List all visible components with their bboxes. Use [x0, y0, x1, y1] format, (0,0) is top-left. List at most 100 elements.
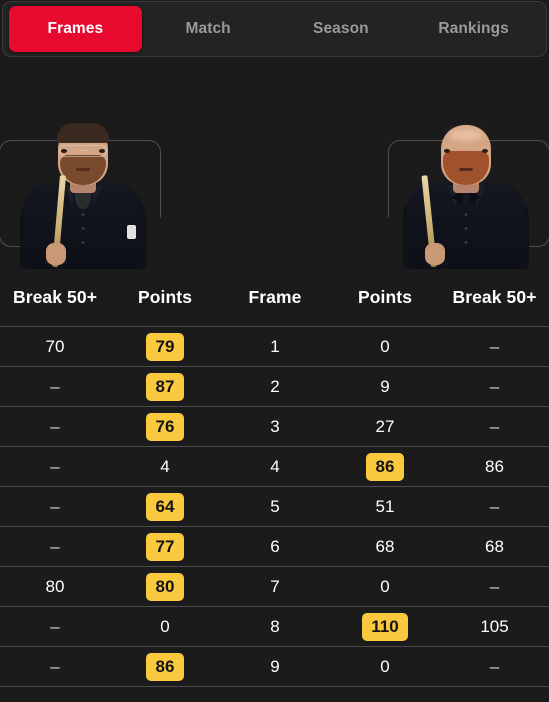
cell-frame: 5 [220, 498, 330, 515]
glasses-icon [59, 145, 107, 157]
cell-left_points-value: 76 [146, 412, 184, 441]
cell-left_break-value: – [50, 417, 60, 436]
cell-right_points: 51 [330, 498, 440, 515]
cell-frame: 7 [220, 578, 330, 595]
cell-frame-value: 2 [270, 377, 280, 396]
cell-right_points: 110 [330, 612, 440, 641]
eye-left-icon [444, 149, 450, 153]
cell-right_points: 27 [330, 418, 440, 435]
tab-frames[interactable]: Frames [9, 6, 142, 52]
mouth-icon [76, 168, 90, 171]
cell-right_break: – [440, 418, 549, 435]
cell-right_points: 0 [330, 338, 440, 355]
cell-right_points-value: 9 [380, 377, 390, 396]
table-body: 70 79 1 0– –87 2 9– –76 3 27– –4 4 86 86–64 5 51– –77 6 68… [0, 327, 549, 687]
cell-right_points: 86 [330, 452, 440, 481]
cell-left_break: – [0, 658, 110, 675]
cell-right_break: 86 [440, 458, 549, 475]
cell-right_break-value: – [489, 377, 500, 396]
cell-left_points-value: 0 [160, 617, 170, 636]
cell-frame-value: 9 [270, 657, 280, 676]
tab-rankings-label: Rankings [438, 20, 509, 37]
cell-right_points-value: 51 [375, 497, 395, 516]
cell-right_break: – [440, 498, 549, 515]
cell-right_points: 9 [330, 378, 440, 395]
table-row: – 64 5 51 – [0, 487, 549, 527]
cell-left_break: – [0, 418, 110, 435]
cell-left_points: 64 [110, 492, 220, 521]
cell-left_points-value: 87 [146, 372, 184, 401]
cell-left_break-value: – [50, 457, 60, 476]
cell-frame: 9 [220, 658, 330, 675]
cell-left_points: 0 [110, 618, 220, 635]
cell-right_break: – [440, 338, 549, 355]
cell-left_break: 80 [0, 578, 110, 595]
cell-right_break: 68 [440, 538, 549, 555]
cell-left_break: – [0, 458, 110, 475]
cell-right_points-value: 0 [380, 337, 390, 356]
table-row: 80 80 7 0 – [0, 567, 549, 607]
cell-frame-value: 8 [270, 617, 280, 636]
cell-right_points-value: 68 [375, 537, 395, 556]
tab-frames-label: Frames [47, 20, 104, 37]
cell-right_break-value: 86 [485, 457, 504, 476]
header-frame: Frame [248, 287, 302, 307]
cell-right_break-value: – [489, 657, 500, 676]
cell-right_break-value: 105 [480, 617, 509, 636]
tab-match[interactable]: Match [142, 6, 275, 52]
cell-right_break: 105 [440, 618, 549, 635]
cell-right_points-value: 110 [362, 612, 408, 641]
cell-frame-value: 3 [270, 417, 280, 436]
cell-left_break-value: – [50, 377, 60, 396]
hand-icon [425, 243, 445, 265]
cell-left_points-value: 79 [146, 332, 184, 361]
players-section [0, 57, 549, 269]
cell-left_points-value: 80 [146, 572, 184, 601]
cell-right_break-value: – [489, 417, 500, 436]
cell-left_break: – [0, 618, 110, 635]
table-row: – 86 9 0 – [0, 647, 549, 687]
shirt-buttons-icon [81, 202, 85, 255]
cell-left_points: 80 [110, 572, 220, 601]
cell-right_points-value: 27 [375, 417, 395, 436]
tab-rankings[interactable]: Rankings [407, 6, 540, 52]
cell-right_points-value: 86 [366, 452, 404, 481]
frames-table: Break 50+ Points Frame Points Break 50+ … [0, 269, 549, 687]
tab-season-label: Season [313, 20, 369, 37]
cell-left_break-value: 70 [45, 337, 65, 356]
tab-bar: Frames Match Season Rankings [2, 1, 547, 57]
table-row: 70 79 1 0 – [0, 327, 549, 367]
cell-right_points-value: 0 [380, 657, 390, 676]
hair-icon [57, 123, 109, 143]
cell-left_break: – [0, 378, 110, 395]
cell-left_points: 86 [110, 652, 220, 681]
cell-frame: 8 [220, 618, 330, 635]
cell-right_break-value: – [489, 337, 500, 356]
cell-left_break: – [0, 538, 110, 555]
cell-right_points-value: 0 [380, 577, 390, 596]
cell-left_points-value: 4 [160, 457, 170, 476]
cell-left_break-value: 80 [45, 577, 65, 596]
bald-head-icon [449, 129, 483, 141]
cell-frame-value: 5 [270, 497, 280, 516]
cell-left_points-value: 64 [146, 492, 184, 521]
cell-right_break-value: – [489, 497, 500, 516]
cell-left_points: 76 [110, 412, 220, 441]
player-photo-left [18, 114, 148, 269]
header-break-right: Break 50+ [452, 287, 537, 307]
header-points-right: Points [357, 287, 413, 307]
cell-frame: 2 [220, 378, 330, 395]
cell-right_points: 0 [330, 578, 440, 595]
sponsor-patch-icon [127, 225, 136, 239]
cell-left_points: 77 [110, 532, 220, 561]
tab-season[interactable]: Season [275, 6, 408, 52]
cell-left_break: 70 [0, 338, 110, 355]
cell-right_break-value: – [489, 577, 500, 596]
cell-left_points-value: 86 [146, 652, 184, 681]
cell-left_break: – [0, 498, 110, 515]
cell-frame-value: 1 [270, 337, 280, 356]
frames-panel: Frames Match Season Rankings Break 50+ P… [0, 0, 549, 702]
eye-right-icon [482, 149, 488, 153]
cell-left_break-value: – [50, 617, 60, 636]
header-break-left: Break 50+ [12, 287, 98, 307]
